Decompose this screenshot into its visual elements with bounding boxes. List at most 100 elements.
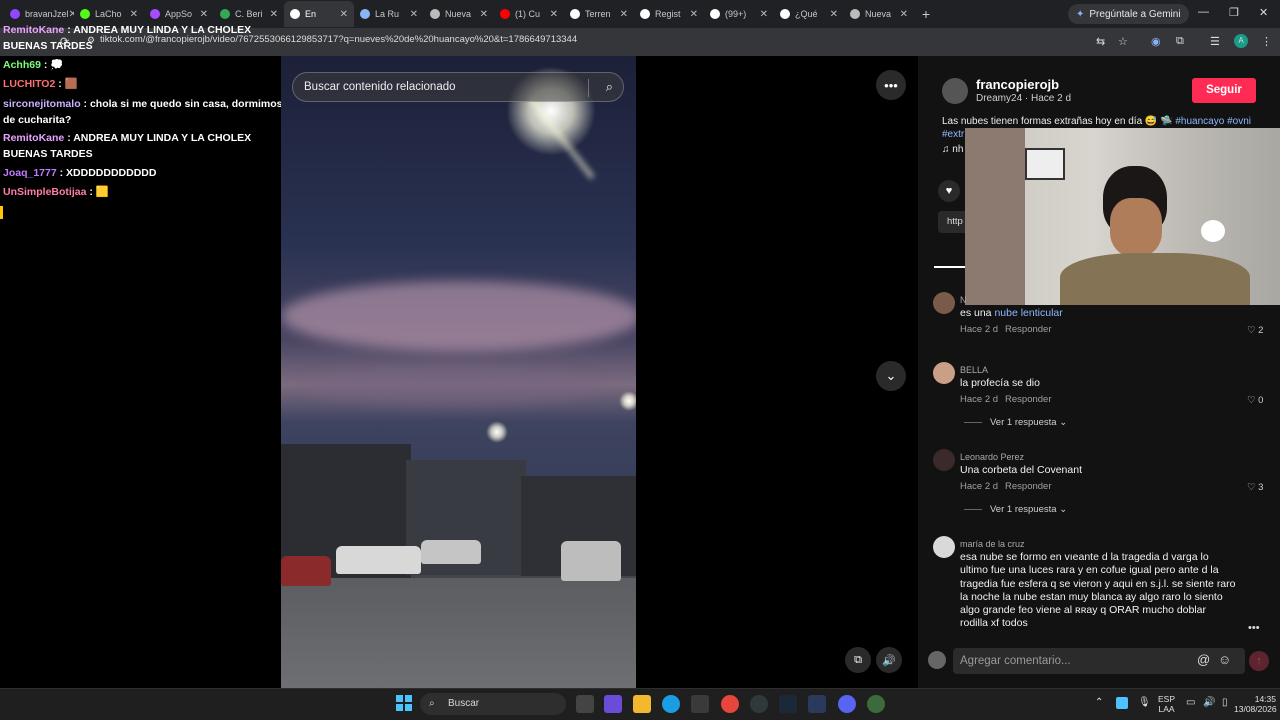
clock[interactable]: 14:35 13/08/2026 bbox=[1234, 694, 1277, 714]
network-icon[interactable]: ▭ bbox=[1186, 698, 1195, 708]
comment-like-button[interactable]: ♡ 2 bbox=[1247, 325, 1263, 336]
browser-tab[interactable]: Regist ✕ bbox=[634, 1, 704, 27]
new-tab-button[interactable]: + bbox=[914, 6, 938, 22]
comment-like-button[interactable]: ♡ 0 bbox=[1247, 395, 1263, 406]
extension-audio-icon[interactable]: ◉ bbox=[1151, 35, 1161, 48]
language-indicator[interactable]: ESP LAA bbox=[1158, 694, 1175, 714]
browser-tab[interactable]: Nueva ✕ bbox=[424, 1, 494, 27]
comment-like-button[interactable]: ♡ 3 bbox=[1247, 482, 1263, 493]
reply-button[interactable]: Responder bbox=[1005, 394, 1051, 405]
tab-close-icon[interactable]: ✕ bbox=[760, 9, 768, 20]
view-replies-button[interactable]: Ver 1 respuesta ⌄ bbox=[964, 417, 1067, 428]
copilot-icon[interactable] bbox=[604, 695, 622, 713]
chat-username[interactable]: Joaq_1777 bbox=[3, 167, 57, 179]
tray-app-icon[interactable] bbox=[1116, 697, 1128, 709]
chat-username[interactable]: RemitoKane bbox=[3, 132, 64, 144]
file-explorer-icon[interactable] bbox=[633, 695, 651, 713]
battery-icon[interactable]: ▯ bbox=[1222, 698, 1228, 708]
send-comment-button[interactable]: ↑ bbox=[1249, 651, 1269, 671]
commenter-avatar[interactable] bbox=[933, 449, 955, 471]
chat-username[interactable]: UnSimpleBotijaa bbox=[3, 186, 86, 198]
windows-start-icon[interactable] bbox=[396, 695, 412, 711]
reply-button[interactable]: Responder bbox=[1005, 324, 1051, 335]
steam-icon[interactable] bbox=[779, 695, 797, 713]
chat-username[interactable]: RemitoKane bbox=[3, 24, 64, 36]
chat-username[interactable]: sirconejitomalo bbox=[3, 98, 81, 110]
extensions-icon[interactable]: ⧉ bbox=[1176, 35, 1184, 48]
emoji-icon[interactable]: ☺ bbox=[1218, 652, 1231, 667]
app-icon[interactable] bbox=[867, 695, 885, 713]
browser-tab[interactable]: La Ru ✕ bbox=[354, 1, 424, 27]
taskbar-search-label: Buscar bbox=[448, 698, 480, 709]
mention-icon[interactable]: @ bbox=[1197, 652, 1210, 667]
minimize-icon[interactable]: — bbox=[1198, 6, 1209, 18]
search-icon[interactable]: ⌕ bbox=[606, 79, 613, 95]
profile-avatar[interactable]: A bbox=[1234, 34, 1248, 48]
tab-close-icon[interactable]: ✕ bbox=[130, 9, 138, 20]
translate-icon[interactable]: ⇆ bbox=[1096, 35, 1105, 48]
comment-more-icon[interactable]: ••• bbox=[1248, 622, 1260, 634]
tray-chevron-icon[interactable]: ⌃ bbox=[1095, 698, 1103, 708]
author-avatar[interactable] bbox=[942, 78, 968, 104]
tab-close-icon[interactable]: ✕ bbox=[830, 9, 838, 20]
discord-icon[interactable] bbox=[838, 695, 856, 713]
tab-close-icon[interactable]: ✕ bbox=[480, 9, 488, 20]
author-name[interactable]: francopierojb bbox=[976, 77, 1059, 92]
gemini-button[interactable]: ✦ Pregúntale a Gemini bbox=[1068, 4, 1189, 24]
tab-favicon-icon bbox=[780, 9, 790, 19]
chat-username[interactable]: Achh69 bbox=[3, 59, 41, 71]
obs-icon[interactable] bbox=[750, 695, 768, 713]
more-options-button[interactable]: ••• bbox=[876, 70, 906, 100]
tab-close-icon[interactable]: ✕ bbox=[550, 9, 558, 20]
commenter-name[interactable]: Leonardo Perez bbox=[960, 452, 1024, 462]
caption-hashtag-more[interactable]: #extr bbox=[942, 129, 964, 140]
bookmark-star-icon[interactable]: ☆ bbox=[1118, 35, 1128, 48]
like-heart-icon[interactable]: ♥ bbox=[938, 180, 960, 202]
tab-close-icon[interactable]: ✕ bbox=[340, 9, 348, 20]
chat-username[interactable]: LUCHITO2 bbox=[3, 78, 55, 90]
browser-tab[interactable]: Terren ✕ bbox=[564, 1, 634, 27]
task-view-icon[interactable] bbox=[576, 695, 594, 713]
menu-dots-icon[interactable]: ⋮ bbox=[1261, 35, 1272, 48]
tab-favicon-icon bbox=[850, 9, 860, 19]
next-video-button[interactable]: ⌄ bbox=[876, 361, 906, 391]
view-replies-button[interactable]: Ver 1 respuesta ⌄ bbox=[964, 504, 1067, 515]
related-search-input[interactable]: Buscar contenido relacionado ⌕ bbox=[292, 72, 624, 102]
store-icon[interactable] bbox=[691, 695, 709, 713]
tab-close-icon[interactable]: ✕ bbox=[410, 9, 418, 20]
chrome-icon[interactable] bbox=[721, 695, 739, 713]
tab-close-icon[interactable]: ✕ bbox=[690, 9, 698, 20]
tab-close-icon[interactable]: ✕ bbox=[270, 9, 278, 20]
close-window-icon[interactable]: ✕ bbox=[1259, 6, 1268, 19]
browser-tab[interactable]: En ✕ bbox=[284, 1, 354, 27]
follow-button[interactable]: Seguir bbox=[1192, 78, 1256, 103]
app-icon[interactable] bbox=[808, 695, 826, 713]
commenter-avatar[interactable] bbox=[933, 536, 955, 558]
caption-hashtags[interactable]: #huancayo #ovni bbox=[1175, 116, 1251, 127]
browser-tab[interactable]: (99+) ✕ bbox=[704, 1, 774, 27]
video-player[interactable] bbox=[281, 56, 636, 688]
commenter-name[interactable]: maría de la cruz bbox=[960, 539, 1025, 549]
volume-button[interactable]: 🔊 bbox=[876, 647, 902, 673]
volume-tray-icon[interactable]: 🔊 bbox=[1203, 698, 1215, 708]
tab-close-icon[interactable]: ✕ bbox=[200, 9, 208, 20]
commenter-name[interactable]: N bbox=[960, 295, 967, 305]
tab-close-icon[interactable]: ✕ bbox=[900, 9, 908, 20]
commenter-avatar[interactable] bbox=[933, 362, 955, 384]
microphone-icon[interactable]: 🎙 bbox=[1138, 698, 1151, 708]
reading-list-icon[interactable]: ☰ bbox=[1210, 35, 1220, 48]
floating-player-button[interactable]: ⧉ bbox=[845, 647, 871, 673]
commenter-avatar[interactable] bbox=[933, 292, 955, 314]
browser-tab[interactable]: Nueva ✕ bbox=[844, 1, 914, 27]
comment-text: la profecía se dio bbox=[960, 377, 1040, 389]
tab-close-icon[interactable]: ✕ bbox=[620, 9, 628, 20]
browser-tab[interactable]: ¿Qué ✕ bbox=[774, 1, 844, 27]
edge-icon[interactable] bbox=[662, 695, 680, 713]
maximize-icon[interactable]: ❐ bbox=[1229, 6, 1239, 19]
browser-tab[interactable]: (1) Cu ✕ bbox=[494, 1, 564, 27]
taskbar-search[interactable]: ⌕ Buscar bbox=[420, 693, 566, 715]
commenter-name[interactable]: BELLA bbox=[960, 365, 988, 375]
reply-button[interactable]: Responder bbox=[1005, 481, 1051, 492]
music-label[interactable]: ♫ nh bbox=[942, 144, 963, 155]
comment-search-link[interactable]: nube lenticular bbox=[994, 307, 1062, 319]
